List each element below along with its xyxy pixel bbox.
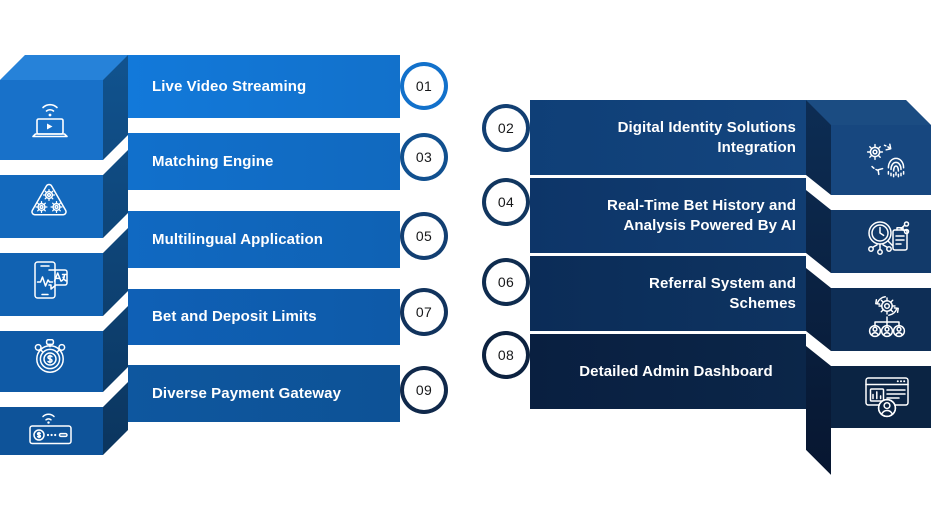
right-badge-08-text: 08 <box>497 347 515 363</box>
left-item-1-label: Live Video Streaming <box>152 77 307 95</box>
left-item-5[interactable]: Diverse Payment Gateway <box>152 365 392 422</box>
left-badge-05: 05 <box>404 216 444 256</box>
right-item-4-label: Detailed Admin Dashboard <box>579 362 773 380</box>
icon-slot-realtime-analytics <box>852 208 922 268</box>
left-badge-07-text: 07 <box>415 304 433 320</box>
admin-dashboard-icon <box>865 377 909 418</box>
right-item-1-line-2: Integration <box>717 138 796 156</box>
right-item-4[interactable]: Detailed Admin Dashboard <box>556 334 796 409</box>
left-badge-01: 01 <box>404 66 444 106</box>
right-item-2-line-2: Analysis Powered By AI <box>623 216 796 234</box>
right-item-2-label: Real-Time Bet History and Analysis Power… <box>556 196 796 234</box>
icon-slot-matching-engine <box>16 172 86 232</box>
right-item-1-label: Digital Identity Solutions Integration <box>556 118 796 156</box>
left-badge-03: 03 <box>404 137 444 177</box>
right-item-2-line-1: Real-Time Bet History and <box>607 197 796 215</box>
referral-network-icon <box>868 296 906 338</box>
left-item-1[interactable]: Live Video Streaming <box>152 55 392 118</box>
multilingual-phone-icon <box>34 261 68 299</box>
matching-engine-gears-icon <box>31 183 67 216</box>
right-badge-08: 08 <box>486 335 526 375</box>
right-item-3-line-2: Schemes <box>729 294 796 312</box>
icon-slot-referral-system <box>852 286 922 346</box>
left-item-5-label: Diverse Payment Gateway <box>152 384 342 402</box>
stopwatch-dollar-icon <box>34 339 66 373</box>
left-badge-09-text: 09 <box>415 382 433 398</box>
right-item-2[interactable]: Real-Time Bet History and Analysis Power… <box>556 178 796 253</box>
left-badge-03-text: 03 <box>415 149 433 165</box>
analytics-clipboard-icon <box>868 221 910 255</box>
icon-slot-payment-gateway <box>16 400 86 455</box>
left-badge-05-text: 05 <box>415 228 433 244</box>
icon-slot-live-video-streaming <box>16 90 86 150</box>
right-badge-06-text: 06 <box>497 274 515 290</box>
right-badge-04-text: 04 <box>497 194 515 210</box>
right-badge-02: 02 <box>486 108 526 148</box>
geometry-layer <box>0 55 931 510</box>
icon-slot-bet-deposit-limits <box>16 326 86 386</box>
right-item-3-label: Referral System and Schemes <box>556 274 796 312</box>
left-badge-07: 07 <box>404 292 444 332</box>
icon-slot-admin-dashboard <box>852 364 922 424</box>
live-video-streaming-icon <box>32 103 68 138</box>
payment-card-icon <box>29 413 72 444</box>
left-badge-01-text: 01 <box>415 78 433 94</box>
left-item-3-label: Multilingual Application <box>152 230 323 248</box>
left-item-2[interactable]: Matching Engine <box>152 133 392 190</box>
right-item-1[interactable]: Digital Identity Solutions Integration <box>556 100 796 175</box>
right-badge-02-text: 02 <box>497 120 515 136</box>
icon-slot-multilingual-application <box>16 250 86 310</box>
right-item-3-line-1: Referral System and <box>649 275 796 293</box>
left-item-3[interactable]: Multilingual Application <box>152 211 392 268</box>
right-item-3[interactable]: Referral System and Schemes <box>556 256 796 331</box>
left-badge-09: 09 <box>404 370 444 410</box>
left-item-2-label: Matching Engine <box>152 152 274 170</box>
left-item-4-label: Bet and Deposit Limits <box>152 308 317 326</box>
icon-slot-digital-identity <box>852 130 922 190</box>
left-item-4[interactable]: Bet and Deposit Limits <box>152 289 392 345</box>
right-badge-04: 04 <box>486 182 526 222</box>
right-item-1-line-1: Digital Identity Solutions <box>617 119 796 137</box>
fingerprint-gear-icon <box>866 143 905 178</box>
infographic-canvas: Live Video Streaming Matching Engine Mul… <box>0 0 931 510</box>
right-badge-06: 06 <box>486 262 526 302</box>
